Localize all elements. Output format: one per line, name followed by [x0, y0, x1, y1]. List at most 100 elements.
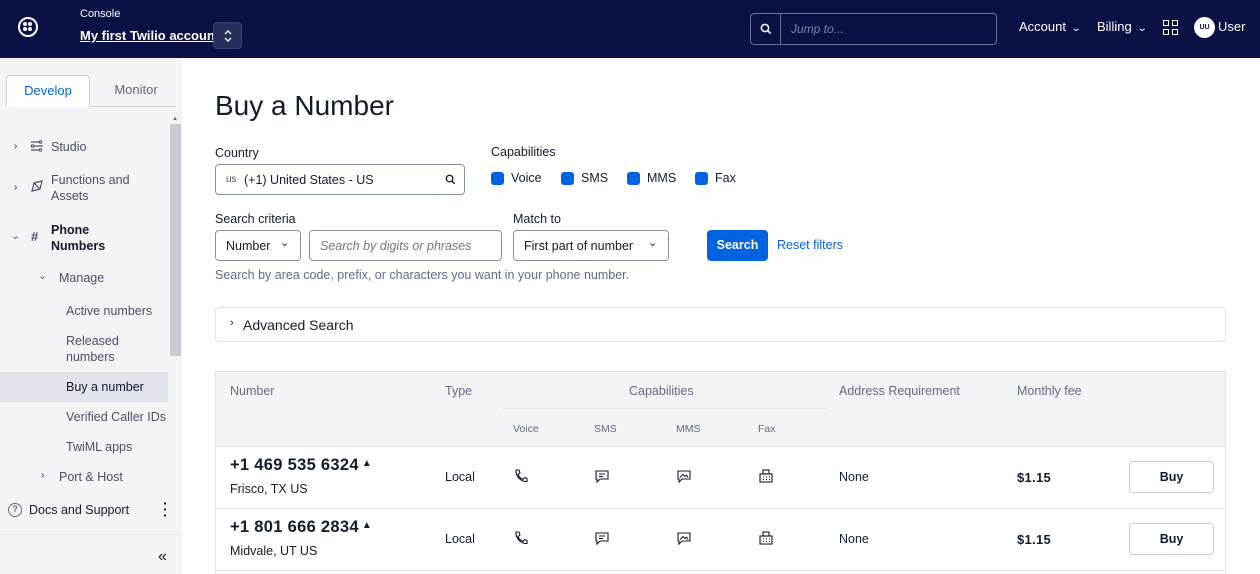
avatar[interactable]: UU [1194, 17, 1215, 38]
voice-checkbox[interactable] [491, 172, 504, 185]
console-label: Console [80, 8, 121, 20]
twilio-logo-icon[interactable] [18, 17, 38, 37]
user-menu-label[interactable]: User [1218, 19, 1245, 34]
sms-icon [595, 532, 609, 546]
sms-checkbox-label: SMS [581, 171, 609, 185]
more-options-icon[interactable]: · · · [163, 496, 168, 522]
numbers-table: Number Type Capabilities Address Require… [215, 371, 1226, 574]
header-type: Type [445, 384, 473, 398]
sidebar-item-manage[interactable]: Manage [59, 270, 104, 286]
chevron-right-icon[interactable]: › [14, 182, 17, 193]
functions-icon [30, 179, 44, 196]
triangle-up-icon: ▲ [361, 520, 373, 531]
docs-and-support-link[interactable]: Docs and Support [29, 502, 129, 518]
table-row: +1 469 535 6324 ▲ Frisco, TX US Local Non… [216, 447, 1225, 509]
app-grid-icon[interactable] [1163, 20, 1179, 36]
address-requirement: None [839, 532, 869, 546]
subheader-mms: MMS [676, 423, 701, 435]
search-digits-input[interactable] [309, 230, 502, 261]
sidebar-item-port-host[interactable]: Port & Host [59, 469, 123, 485]
jump-to-input[interactable] [782, 14, 992, 44]
criteria-value: Number [226, 239, 271, 253]
top-bar: Console My first Twilio account Account ⌄… [0, 0, 1260, 58]
scroll-up-arrow-icon[interactable]: ▲ [172, 116, 178, 122]
chevron-right-icon: › [230, 317, 234, 329]
chevron-down-icon: ⌄ [1136, 23, 1148, 34]
table-header: Number Type Capabilities Address Require… [216, 372, 1225, 447]
sidebar-item-verified-caller-ids[interactable]: Verified Caller IDs [66, 409, 166, 425]
subheader-sms: SMS [594, 423, 617, 435]
country-select[interactable]: us (+1) United States - US [215, 164, 465, 195]
billing-menu[interactable]: Billing ⌄ [1097, 19, 1148, 34]
jump-to-search[interactable] [750, 13, 997, 45]
number-location: Frisco, TX US [230, 482, 308, 496]
sidebar-tabs: Develop Monitor [6, 75, 176, 107]
search-icon [751, 14, 781, 44]
number-location: Midvale, UT US [230, 544, 318, 558]
advanced-search-toggle[interactable]: › Advanced Search [215, 307, 1226, 342]
sidebar-item-phone-numbers[interactable]: Phone Numbers [51, 222, 121, 254]
chevron-up-down-icon [224, 30, 232, 42]
buy-button[interactable]: Buy [1129, 523, 1214, 555]
help-icon: ? [8, 503, 22, 517]
subheader-fax: Fax [758, 423, 776, 435]
chevron-down-icon: ⌄ [1070, 23, 1082, 34]
search-icon [445, 174, 456, 185]
phone-icon [515, 531, 528, 545]
header-address-requirement: Address Requirement [839, 384, 960, 398]
match-value: First part of number [524, 239, 634, 253]
sidebar-footer [0, 534, 182, 574]
sidebar-item-twiml-apps[interactable]: TwiML apps [66, 439, 132, 455]
header-monthly-fee: Monthly fee [1017, 384, 1082, 398]
match-to-select[interactable]: First part of number ⌄ [513, 230, 669, 261]
sidebar-item-studio[interactable]: Studio [51, 139, 86, 155]
header-capabilities: Capabilities [629, 384, 694, 398]
mms-icon [677, 470, 691, 484]
phone-number: +1 801 666 2834 ▲ [230, 518, 372, 537]
chevron-down-icon[interactable]: › [37, 276, 48, 279]
fax-icon [759, 531, 773, 545]
billing-menu-label: Billing [1097, 19, 1132, 34]
number-type: Local [445, 532, 475, 546]
buy-button[interactable]: Buy [1129, 461, 1214, 493]
header-number: Number [230, 384, 275, 398]
monthly-fee: $1.15 [1017, 532, 1052, 547]
reset-filters-link[interactable]: Reset filters [777, 238, 843, 252]
subheader-voice: Voice [513, 423, 539, 435]
chevron-down-icon[interactable]: › [10, 236, 21, 239]
country-code: us [226, 174, 237, 185]
helper-text: Search by area code, prefix, or characte… [215, 268, 630, 282]
search-button[interactable]: Search [707, 230, 768, 261]
sidebar-item-active-numbers[interactable]: Active numbers [66, 303, 152, 319]
search-criteria-select[interactable]: Number ⌄ [215, 230, 301, 261]
chevron-right-icon[interactable]: › [41, 470, 44, 481]
mms-checkbox[interactable] [627, 172, 640, 185]
monthly-fee: $1.15 [1017, 470, 1052, 485]
capabilities-divider [502, 408, 828, 409]
phone-number-value: +1 801 666 2834 [230, 518, 359, 536]
mms-icon [677, 532, 691, 546]
fax-checkbox-label: Fax [715, 171, 736, 185]
phone-number: +1 469 535 6324 ▲ [230, 456, 372, 475]
table-row: +1 801 666 2834 ▲ Midvale, UT US Local No… [216, 509, 1225, 571]
page-title: Buy a Number [215, 90, 394, 121]
chevron-down-icon: ⌄ [648, 237, 658, 249]
tab-develop[interactable]: Develop [6, 75, 90, 107]
address-requirement: None [839, 470, 869, 484]
mms-checkbox-label: MMS [647, 171, 677, 185]
sidebar-item-released-numbers[interactable]: Released numbers [66, 333, 136, 365]
sms-checkbox[interactable] [561, 172, 574, 185]
chevron-right-icon[interactable]: › [14, 141, 17, 152]
collapse-sidebar-icon[interactable]: « [158, 548, 167, 566]
advanced-search-label: Advanced Search [243, 317, 354, 333]
sidebar-item-buy-a-number[interactable]: Buy a number [66, 379, 144, 395]
sidebar-item-functions[interactable]: Functions and Assets [51, 172, 151, 204]
tab-monitor[interactable]: Monitor [96, 75, 176, 107]
account-switcher-button[interactable] [213, 22, 242, 49]
account-name-link[interactable]: My first Twilio account [80, 28, 219, 43]
sidebar: Develop Monitor ▲ › Studio › Functions a… [0, 58, 182, 574]
voice-checkbox-label: Voice [511, 171, 542, 185]
sidebar-scrollbar[interactable] [170, 124, 181, 356]
account-menu[interactable]: Account ⌄ [1019, 19, 1082, 34]
fax-checkbox[interactable] [695, 172, 708, 185]
